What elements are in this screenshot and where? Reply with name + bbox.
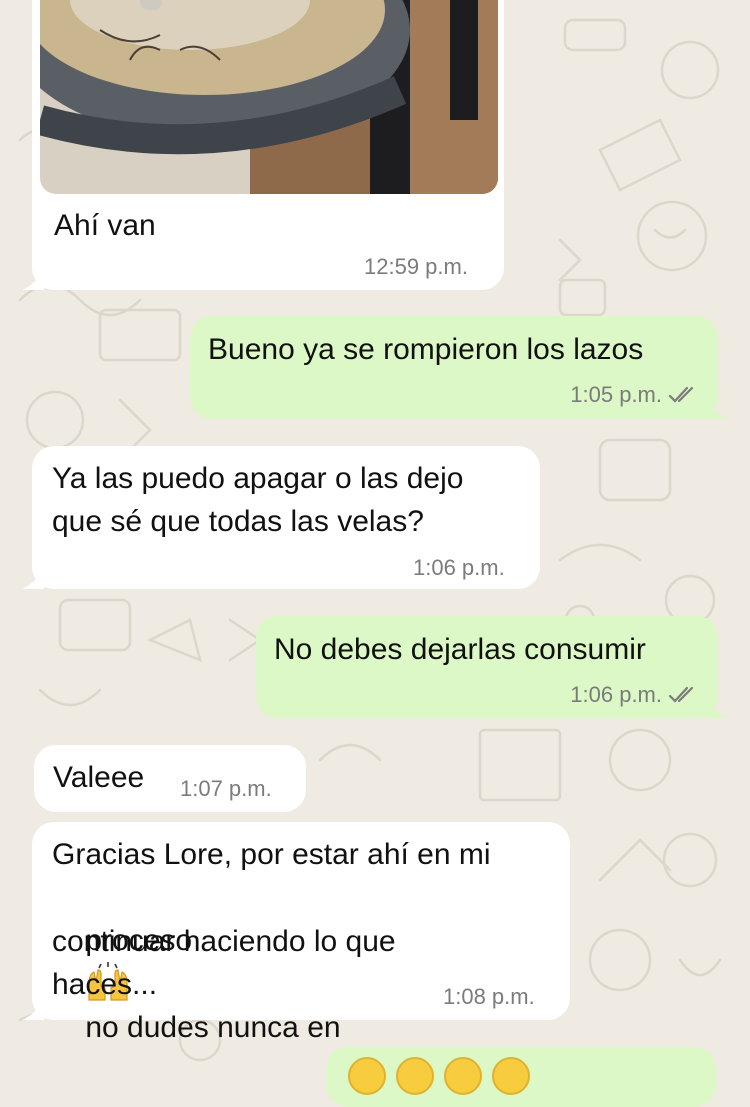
message-timestamp: 1:08 p.m. [443, 984, 535, 1009]
message-timestamp: 1:06 p.m. [570, 682, 662, 707]
message-text-line-1: Gracias Lore, por estar ahí en mi [52, 838, 491, 871]
smiling-face-emoji [396, 1057, 434, 1095]
message-timestamp: 1:06 p.m. [413, 555, 505, 580]
shared-photo[interactable] [40, 0, 498, 194]
message-outgoing[interactable]: No debes dejarlas consumir 1:06 p.m. [256, 616, 728, 718]
message-timestamp: 1:07 p.m. [180, 776, 272, 801]
double-check-icon [668, 686, 694, 703]
bubble-tail [706, 397, 728, 419]
message-text-line-3: continuar haciendo lo que [52, 925, 396, 958]
message-incoming-image[interactable]: Ahí van 12:59 p.m. [22, 0, 504, 290]
double-check-icon [668, 386, 694, 403]
message-text-line-4: haces... [52, 968, 158, 1001]
message-incoming[interactable]: Ya las puedo apagar o las dejo que sé qu… [22, 446, 540, 589]
bubble-tail [706, 696, 728, 718]
bubble-tail [22, 998, 44, 1020]
message-text-line-1: Ya las puedo apagar o las dejo [52, 462, 464, 495]
message-outgoing-emoji[interactable] [326, 1047, 716, 1107]
bubble-tail [22, 567, 44, 589]
message-text: Ahí van [54, 209, 156, 242]
message-timestamp: 12:59 p.m. [364, 254, 468, 279]
message-text: No debes dejarlas consumir [274, 633, 646, 666]
smiling-face-emoji [444, 1057, 482, 1095]
smiling-face-emoji [492, 1057, 530, 1095]
message-timestamp: 1:05 p.m. [570, 382, 662, 407]
message-meta: 1:06 p.m. [570, 682, 698, 708]
message-text: Bueno ya se rompieron los lazos [208, 333, 644, 366]
smiling-face-emoji [348, 1057, 386, 1095]
bubble-tail [22, 268, 44, 290]
message-outgoing[interactable]: Bueno ya se rompieron los lazos 1:05 p.m… [190, 316, 728, 419]
message-incoming[interactable]: Valeee 1:07 p.m. [34, 745, 306, 812]
message-text: Valeee [53, 761, 145, 794]
message-text-line-2: que sé que todas las velas? [52, 505, 424, 538]
message-meta: 1:05 p.m. [570, 382, 698, 408]
message-incoming[interactable]: Gracias Lore, por estar ahí en mi proces… [22, 822, 570, 1044]
